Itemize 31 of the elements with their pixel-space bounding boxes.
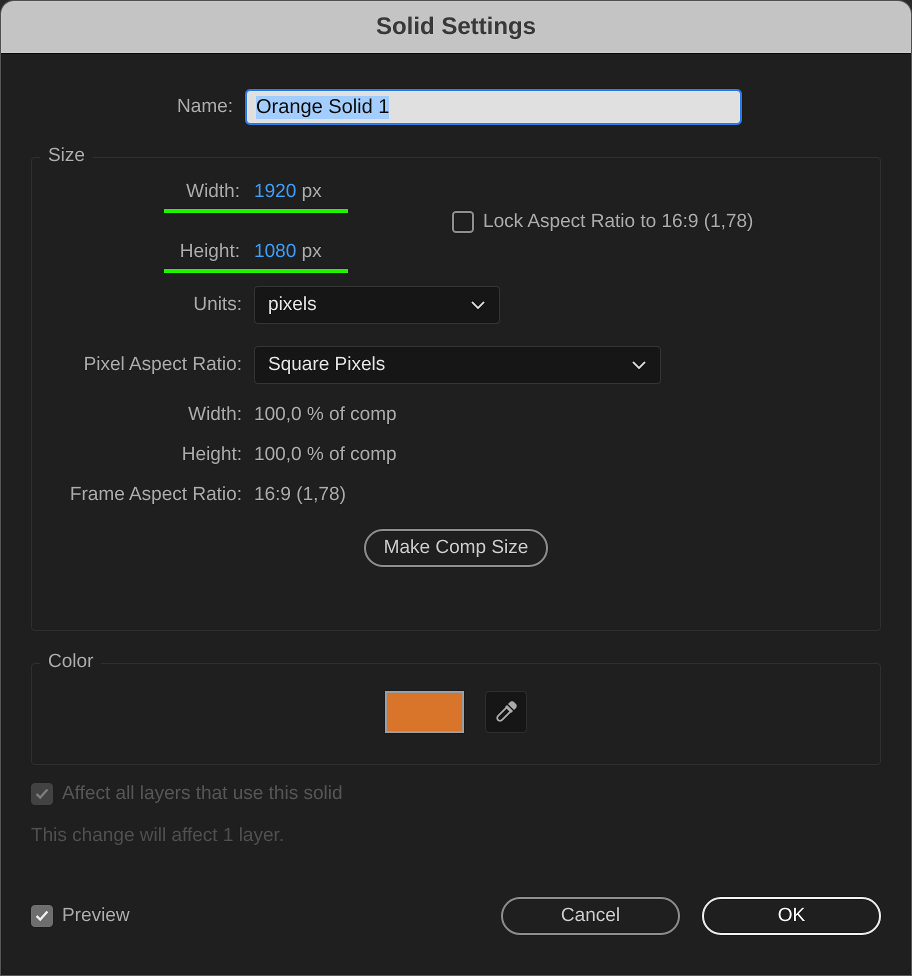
info-value: 16:9 (1,78) <box>254 484 347 506</box>
name-label: Name: <box>176 96 233 118</box>
dropdown[interactable]: Square Pixels <box>254 346 661 384</box>
dimension-value[interactable]: 1080 <box>254 240 296 262</box>
dialog-button[interactable]: Cancel <box>501 897 680 935</box>
info-label: Height: <box>180 444 242 466</box>
dialog-button[interactable]: OK <box>702 897 881 935</box>
unit-label: px <box>302 180 322 202</box>
info-value: 100,0 % of comp <box>254 404 398 426</box>
info-label: Frame Aspect Ratio: <box>68 484 242 506</box>
name-field[interactable]: Orange Solid 1 <box>245 89 742 125</box>
dimension-label: Height: <box>178 240 241 262</box>
dropdown-label: Pixel Aspect Ratio: <box>82 354 242 376</box>
chevron-down-icon <box>632 361 646 369</box>
window-title: Solid Settings <box>376 13 536 41</box>
dimension-value[interactable]: 1920 <box>254 180 296 202</box>
dimension-label: Width: <box>185 180 241 202</box>
eyedropper-button[interactable] <box>485 691 527 733</box>
dropdown-label: Units: <box>192 294 242 316</box>
info-value: 100,0 % of comp <box>254 444 398 466</box>
dropdown[interactable]: pixels <box>254 286 500 324</box>
checkbox[interactable] <box>452 210 474 232</box>
unit-label: px <box>302 240 322 262</box>
chevron-down-icon <box>471 301 485 309</box>
eyedropper-icon <box>494 700 518 724</box>
checkbox-label: Lock Aspect Ratio to 16:9 (1,78) <box>483 210 754 232</box>
color-swatch[interactable] <box>385 691 464 733</box>
make-comp-size-button[interactable]: Make Comp Size <box>364 529 548 567</box>
info-label: Width: <box>187 404 242 426</box>
checkbox-label: Preview <box>62 905 130 927</box>
checkbox[interactable] <box>31 905 53 927</box>
